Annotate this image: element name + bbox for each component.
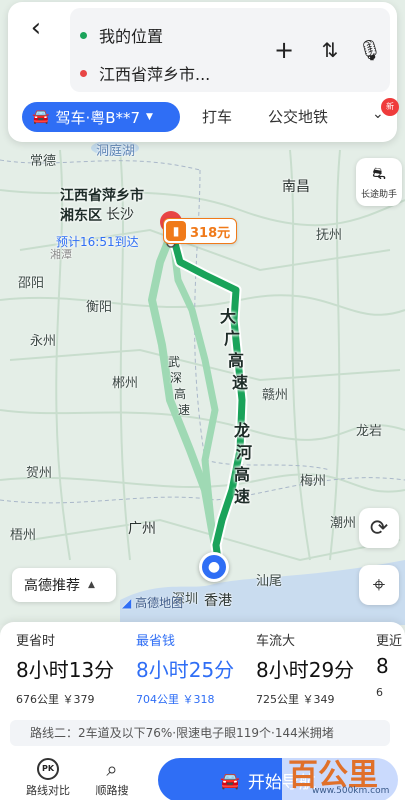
road-char: 龙: [233, 421, 250, 440]
search-along-button[interactable]: ⌕ 顺路搜: [82, 758, 142, 798]
map-brand-label: 高德地图: [135, 596, 184, 610]
microphone-icon[interactable]: 🎙: [356, 36, 384, 64]
car-icon: 🚘: [32, 109, 50, 125]
city-label: 香港: [204, 593, 232, 609]
road-label-longhe: 龙 河 高 速: [232, 420, 254, 508]
long-trip-assistant-label: 长途助手: [360, 190, 397, 200]
route-option[interactable]: 车流大 8小时29分 725公里 ￥349: [256, 630, 372, 710]
chevron-left-icon: ‹: [30, 13, 42, 43]
destination-label: 江西省萍乡市 湘东区: [60, 186, 144, 226]
car-icon: 🚘: [220, 770, 240, 790]
route-compare-button[interactable]: PK 路线对比: [18, 758, 78, 798]
city-label: 梧州: [10, 528, 37, 543]
destination-dot-icon: [80, 69, 87, 77]
long-trip-assistant-button[interactable]: ⛐ 长途助手: [356, 158, 402, 206]
locate-button[interactable]: ⌖: [359, 565, 399, 605]
drive-mode-tab[interactable]: 🚘 驾车·粤B**7 ▼: [22, 102, 180, 132]
search-icon: ⌕: [106, 757, 118, 781]
route-preference-label: 高德推荐: [24, 578, 80, 594]
road-char: 速: [231, 373, 248, 392]
toll-icon: ▮: [166, 221, 186, 241]
route-tag: 最省钱: [136, 634, 176, 649]
lake-label: 洞庭湖: [96, 144, 136, 159]
road-label-wushen: 武 深 高 速: [166, 354, 192, 418]
road-char: 高: [227, 351, 244, 370]
road-char: 深: [169, 371, 182, 385]
city-label: 龙岩: [356, 424, 383, 439]
add-waypoint-icon[interactable]: +: [270, 36, 298, 64]
caret-down-icon: ▼: [146, 112, 153, 122]
road-char: 广: [223, 329, 240, 348]
new-badge: 新: [381, 98, 399, 116]
tab-taxi[interactable]: 打车: [202, 106, 232, 127]
city-label: 永州: [30, 334, 57, 349]
destination-field[interactable]: 江西省萍乡市...: [80, 58, 210, 88]
city-label: 广州: [128, 521, 156, 537]
city-label: 常德: [30, 154, 57, 169]
road-char: 速: [177, 403, 190, 417]
route-tag: 车流大: [256, 634, 296, 649]
city-label: 汕尾: [256, 574, 283, 589]
caret-up-icon: ▲: [88, 580, 95, 590]
city-label: 梅州: [300, 474, 327, 489]
route-option-selected[interactable]: 最省钱 8小时25分 704公里 ￥318: [136, 630, 254, 710]
destination-text: 江西省萍乡市...: [99, 65, 211, 84]
route-compare-label: 路线对比: [26, 784, 70, 797]
car-road-icon: ⛐: [372, 164, 386, 183]
route-duration: 8小时29分: [256, 658, 355, 682]
route-meta: 704公里 ￥318: [136, 693, 215, 706]
user-location-icon: ●: [199, 552, 229, 582]
route-tag: 更近: [376, 634, 403, 649]
city-label: 潮州: [330, 516, 357, 531]
road-char: 速: [233, 487, 250, 506]
toll-tag[interactable]: ▮ 318元: [163, 218, 238, 244]
road-label-daguang: 大 广 高 速: [218, 306, 250, 394]
route-option[interactable]: 更近 8 6: [376, 630, 405, 710]
city-label: 邵阳: [18, 276, 45, 291]
refresh-icon: ⟳: [369, 515, 389, 541]
route-preference-dropdown[interactable]: 高德推荐 ▲: [12, 568, 116, 602]
destination-label-line2: 湘东区: [60, 208, 102, 224]
back-button[interactable]: ‹: [18, 10, 54, 46]
route-duration: 8: [376, 654, 389, 678]
watermark-url: www.500km.com: [312, 786, 390, 796]
route-duration: 8小时25分: [136, 658, 235, 682]
drive-mode-label: 驾车·粤B**7: [55, 108, 141, 127]
city-label: 南昌: [282, 179, 310, 195]
search-along-label: 顺路搜: [95, 784, 129, 797]
road-char: 高: [233, 465, 250, 484]
route-meta: 6: [376, 686, 383, 699]
destination-label-line1: 江西省萍乡市: [60, 188, 144, 204]
road-char: 河: [235, 443, 252, 462]
road-char: 武: [167, 355, 180, 369]
toll-amount: 318元: [190, 225, 231, 241]
map-brand-icon: ◢: [122, 596, 132, 610]
route-info-bar[interactable]: 路线二：2车道及以下76%·限速电子眼119个·144米拥堵: [10, 720, 390, 746]
map-brand: ◢ 高德地图: [122, 594, 183, 611]
route-meta: 725公里 ￥349: [256, 693, 335, 706]
road-char: 高: [173, 387, 186, 401]
swap-icon[interactable]: ⇅: [316, 36, 344, 64]
origin-text: 我的位置: [99, 27, 164, 46]
watermark: 百公里 www.500km.com: [282, 748, 405, 800]
city-label: 郴州: [112, 376, 139, 391]
route-search-card: ‹ 我的位置 江西省萍乡市... + ⇅ 🎙 🚘 驾车·粤B**7 ▼ 打车 公…: [8, 2, 399, 142]
city-label: 衡阳: [86, 300, 113, 315]
route-option[interactable]: 更省时 8小时13分 676公里 ￥379: [16, 630, 134, 710]
road-char: 大: [219, 307, 236, 326]
pk-icon: PK: [37, 758, 59, 780]
origin-field[interactable]: 我的位置: [80, 20, 163, 50]
locate-icon: ⌖: [372, 572, 386, 598]
origin-dot-icon: [80, 31, 87, 39]
tab-transit[interactable]: 公交地铁: [268, 106, 328, 127]
refresh-route-button[interactable]: ⟳: [359, 508, 399, 548]
route-meta: 676公里 ￥379: [16, 693, 95, 706]
city-label: 抚州: [316, 228, 343, 243]
city-label: 贺州: [26, 466, 53, 481]
city-label: 赣州: [262, 388, 289, 403]
location-inputs: 我的位置 江西省萍乡市... + ⇅ 🎙: [70, 8, 390, 92]
eta-label: 预计16:51到达: [56, 235, 139, 249]
route-tag: 更省时: [16, 634, 56, 649]
route-duration: 8小时13分: [16, 658, 115, 682]
